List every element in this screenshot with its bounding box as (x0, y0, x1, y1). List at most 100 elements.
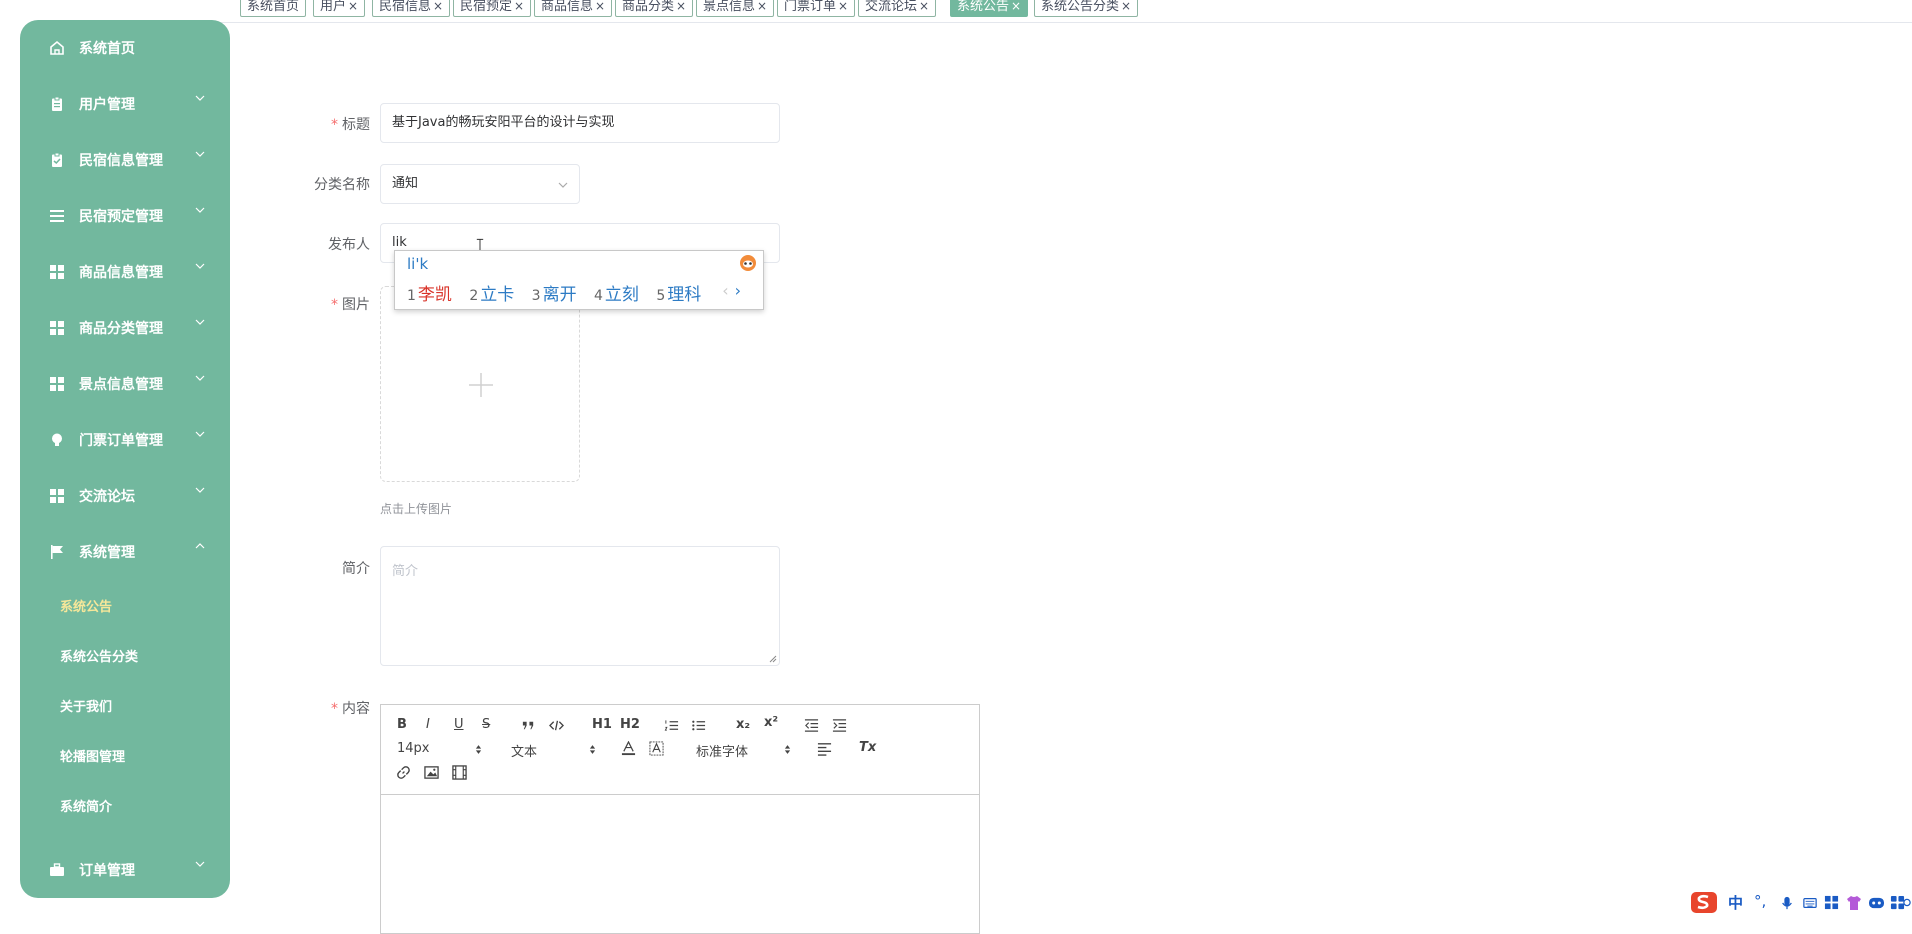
punctuation-indicator[interactable]: °, (1754, 892, 1766, 910)
superscript-button[interactable]: x² (764, 715, 778, 730)
header-select[interactable]: 文本 (511, 741, 601, 760)
ime-mode-indicator[interactable]: 中 (1728, 892, 1743, 913)
sidebar-subitem-carousel[interactable]: 轮播图管理 (60, 746, 125, 765)
tab-system-notice[interactable]: 系统公告 × (950, 0, 1029, 17)
publisher-label: 发布人 (328, 237, 370, 253)
clear-format-button[interactable]: Tx (859, 740, 876, 755)
resize-handle-icon[interactable] (769, 655, 777, 663)
sidebar-item-goods-info[interactable]: 商品信息管理 (20, 252, 230, 292)
close-icon[interactable]: × (838, 0, 848, 13)
tab-notice-category[interactable]: 系统公告分类 × (1034, 0, 1139, 17)
summary-label: 简介 (342, 561, 370, 577)
grid-icon (50, 377, 64, 391)
more-icon[interactable] (1902, 895, 1912, 910)
code-block-icon[interactable] (549, 718, 564, 733)
sidebar-item-label: 系统管理 (79, 545, 135, 561)
align-left-icon[interactable] (817, 741, 832, 756)
clipboard-check-icon (52, 152, 62, 167)
sidebar-item-label: 景点信息管理 (79, 377, 163, 393)
link-icon[interactable] (396, 765, 411, 780)
toolbox-icon[interactable] (1824, 895, 1839, 910)
sidebar-item-goods-category[interactable]: 商品分类管理 (20, 308, 230, 348)
ime-skin-icon[interactable] (739, 254, 757, 272)
underline-button[interactable]: U (454, 717, 464, 732)
tab-scenic-info[interactable]: 景点信息 × (696, 0, 775, 17)
sidebar-item-orders[interactable]: 订单管理 (20, 850, 230, 890)
h2-button[interactable]: H2 (620, 717, 640, 732)
image-upload[interactable] (380, 286, 580, 482)
summary-textarea[interactable]: 简介 (380, 546, 780, 666)
sidebar-item-forum[interactable]: 交流论坛 (20, 476, 230, 516)
tab-homestay-booking[interactable]: 民宿预定 × (453, 0, 532, 17)
ime-candidate[interactable]: 3 离开 (532, 285, 577, 305)
sidebar-item-label: 民宿信息管理 (79, 153, 163, 169)
strike-button[interactable]: S (482, 717, 490, 732)
close-icon[interactable]: × (1011, 0, 1021, 13)
sort-arrows-icon (589, 745, 596, 754)
sidebar-item-scenic-info[interactable]: 景点信息管理 (20, 364, 230, 404)
tab-user[interactable]: 用户 × (313, 0, 366, 17)
sort-arrows-icon (784, 745, 791, 754)
italic-button[interactable]: I (426, 717, 430, 732)
close-icon[interactable]: × (1121, 0, 1131, 13)
bullet-list-icon[interactable] (691, 718, 706, 733)
sidebar-item-label: 商品分类管理 (79, 321, 163, 337)
text-color-icon[interactable] (621, 741, 636, 756)
sidebar-subitem-system-notice[interactable]: 系统公告 (60, 596, 112, 615)
indent-icon[interactable] (832, 718, 847, 733)
sidebar-item-users[interactable]: 用户管理 (20, 84, 230, 124)
blockquote-icon[interactable] (521, 718, 536, 733)
close-icon[interactable]: × (514, 0, 524, 13)
tab-goods-info[interactable]: 商品信息 × (534, 0, 613, 17)
font-size-select[interactable]: 14px (397, 741, 487, 759)
outdent-icon[interactable] (804, 718, 819, 733)
ime-prev-button[interactable]: ‹ (722, 281, 728, 300)
sidebar-item-homestay-booking[interactable]: 民宿预定管理 (20, 196, 230, 236)
sidebar-subitem-notice-category[interactable]: 系统公告分类 (60, 646, 138, 665)
grid-icon (50, 489, 64, 503)
header-value: 文本 (511, 745, 538, 760)
close-icon[interactable]: × (348, 0, 358, 13)
ime-candidate[interactable]: 1 李凯 (407, 285, 452, 305)
h1-button[interactable]: H1 (592, 717, 612, 732)
close-icon[interactable]: × (433, 0, 443, 13)
sidebar-item-ticket-order[interactable]: 门票订单管理 (20, 420, 230, 460)
ime-candidate[interactable]: 5 理科 (656, 285, 701, 305)
category-select[interactable]: 通知 (380, 164, 580, 204)
title-input[interactable]: 基于Java的畅玩安阳平台的设计与实现 (380, 103, 780, 143)
sidebar-item-system[interactable]: 系统管理 (20, 532, 230, 572)
video-icon[interactable] (452, 765, 467, 780)
sogou-logo-icon[interactable] (1690, 890, 1718, 914)
chevron-down-icon (195, 319, 205, 325)
skin-shirt-icon[interactable] (1846, 895, 1862, 911)
close-icon[interactable]: × (757, 0, 767, 13)
font-family-select[interactable]: 标准字体 (696, 741, 796, 760)
tab-home[interactable]: 系统首页 (240, 0, 307, 17)
close-icon[interactable]: × (919, 0, 929, 13)
microphone-icon[interactable] (1780, 895, 1794, 911)
assistant-icon[interactable] (1868, 895, 1885, 910)
close-icon[interactable]: × (676, 0, 686, 13)
bold-button[interactable]: B (397, 717, 407, 732)
tab-homestay-info[interactable]: 民宿信息 × (372, 0, 451, 17)
tab-forum[interactable]: 交流论坛 × (858, 0, 937, 17)
ime-page-nav: ‹ › (722, 281, 741, 300)
sidebar-subitem-system-intro[interactable]: 系统简介 (60, 796, 112, 815)
sidebar-item-homestay-info[interactable]: 民宿信息管理 (20, 140, 230, 180)
chevron-down-icon (195, 151, 205, 157)
ordered-list-icon[interactable] (664, 718, 679, 733)
subscript-button[interactable]: x₂ (736, 717, 750, 732)
ime-candidate[interactable]: 4 立刻 (594, 285, 639, 305)
close-icon[interactable]: × (595, 0, 605, 13)
ime-candidate[interactable]: 2 立卡 (469, 285, 514, 305)
chevron-down-icon (558, 182, 568, 188)
tab-goods-category[interactable]: 商品分类 × (615, 0, 694, 17)
ime-next-button[interactable]: › (735, 281, 741, 300)
sidebar-subitem-about-us[interactable]: 关于我们 (60, 696, 112, 715)
keyboard-icon[interactable] (1802, 896, 1818, 910)
tab-ticket-order[interactable]: 门票订单 × (777, 0, 856, 17)
background-color-icon[interactable] (649, 741, 664, 756)
image-icon[interactable] (424, 765, 439, 780)
chevron-down-icon (195, 487, 205, 493)
sidebar-item-home[interactable]: 系统首页 (20, 28, 230, 68)
